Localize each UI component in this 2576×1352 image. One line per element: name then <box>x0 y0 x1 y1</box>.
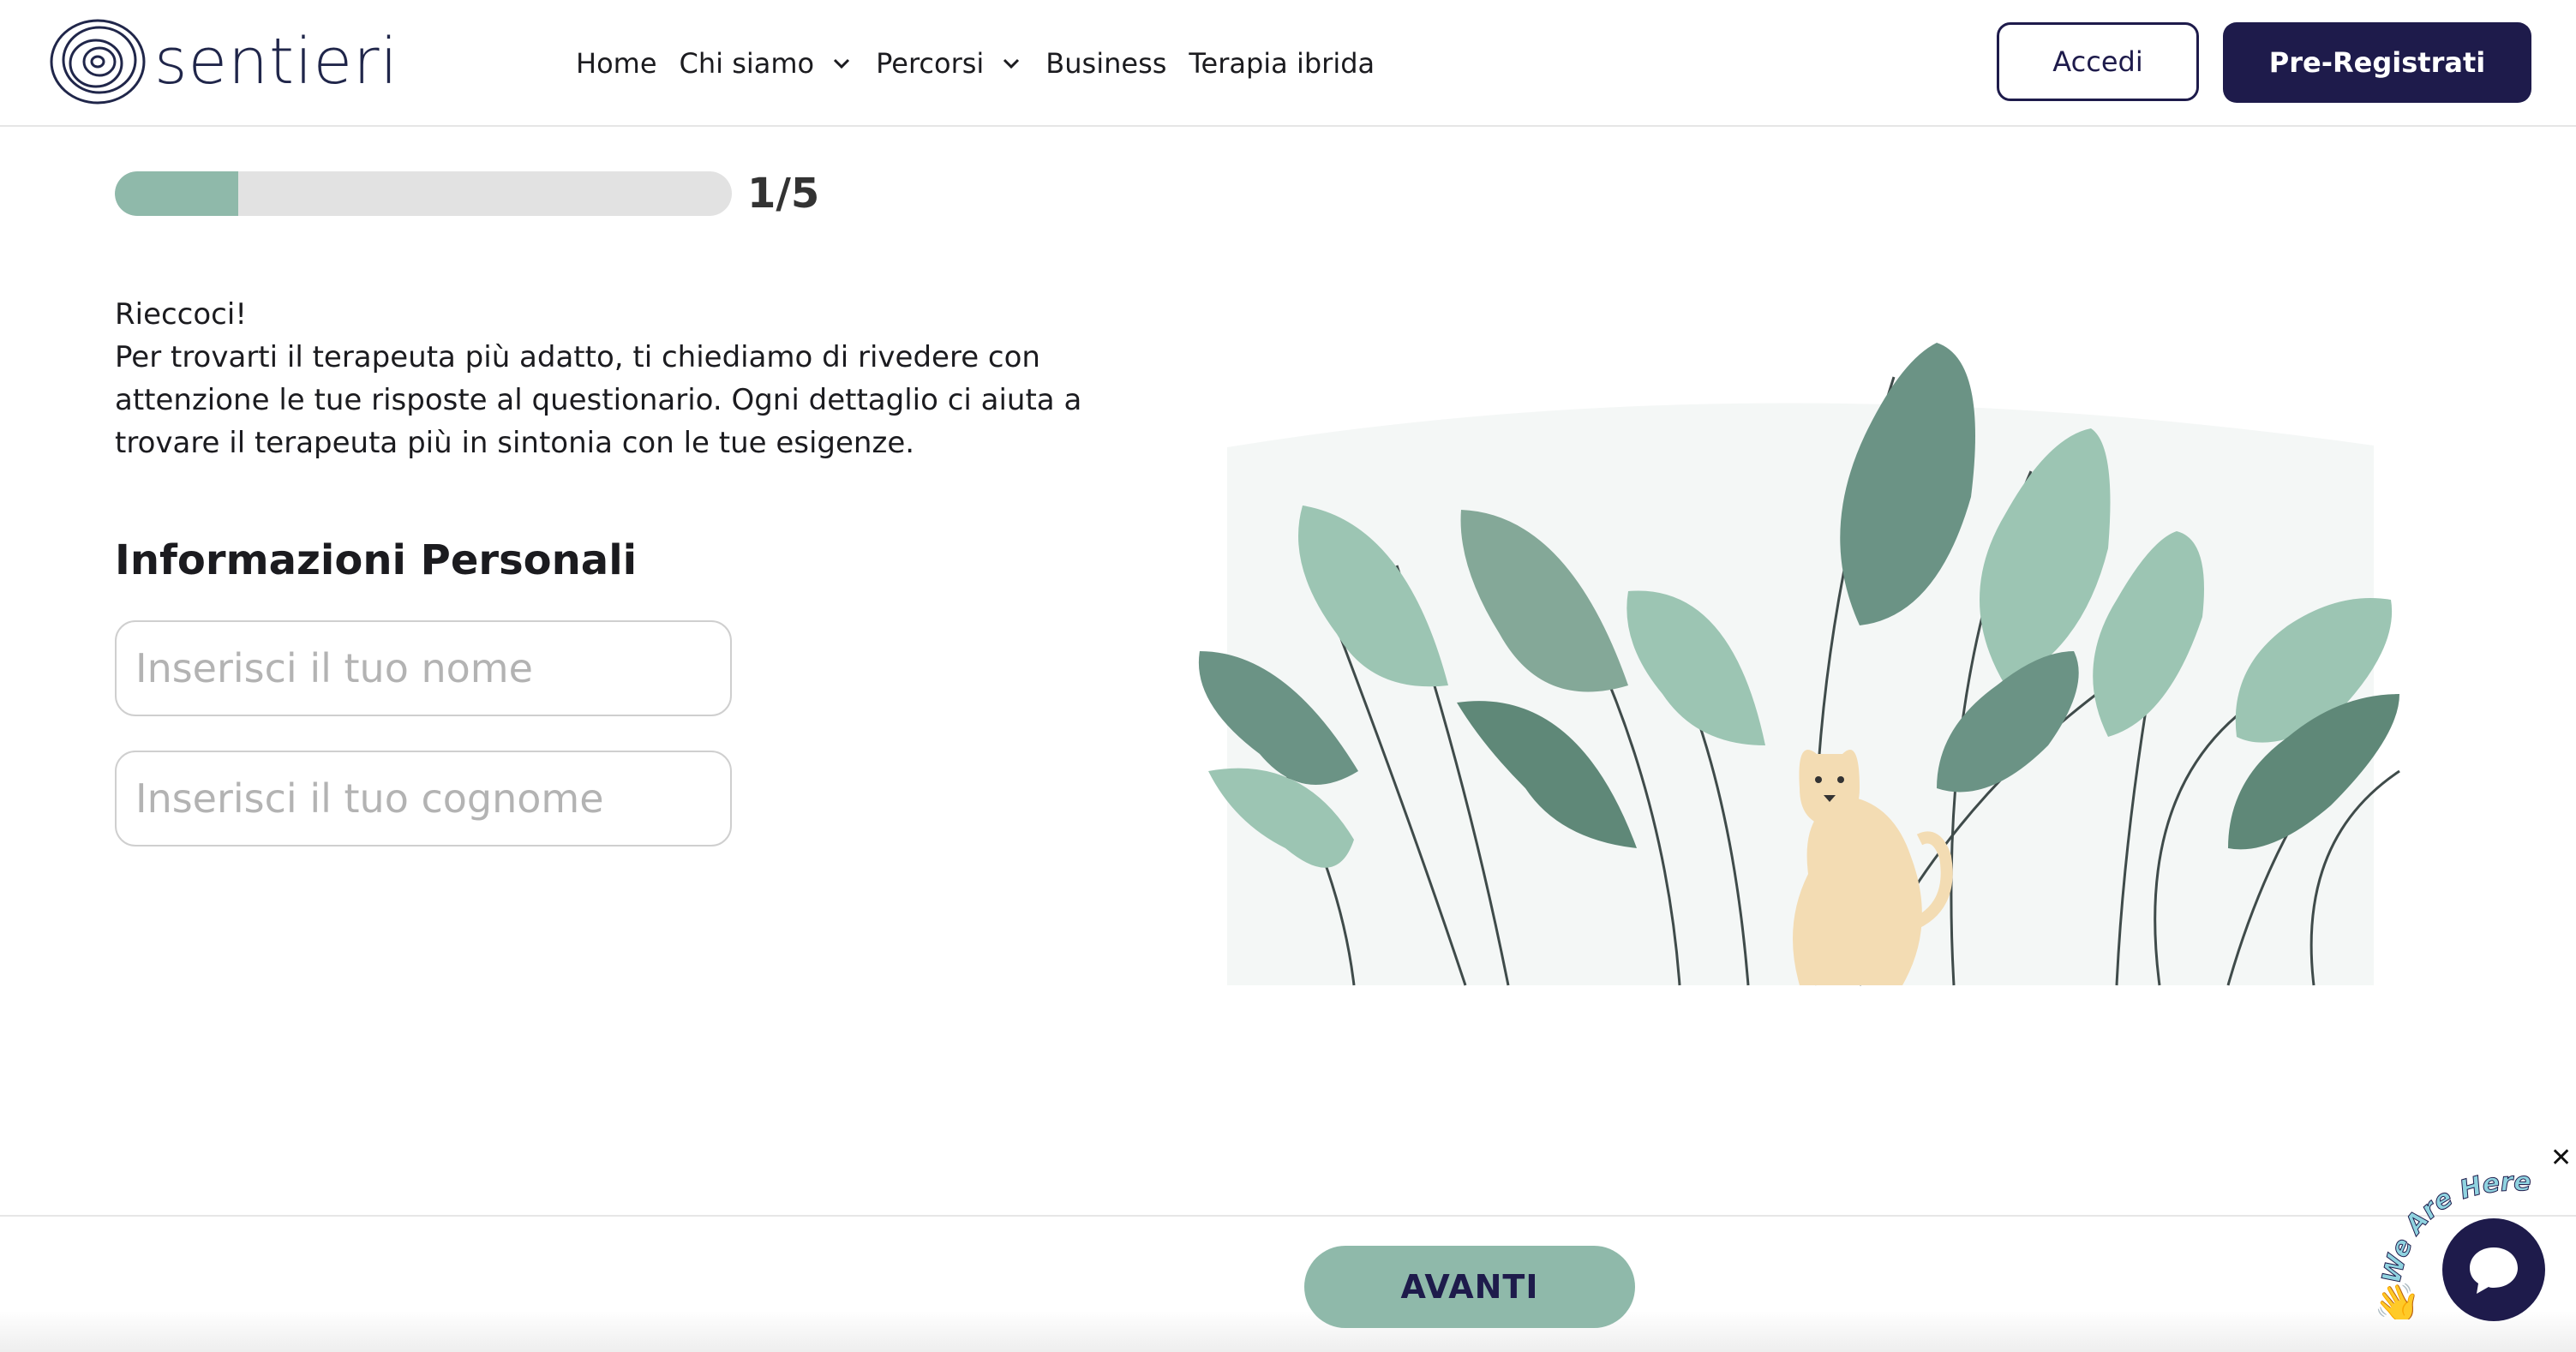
intro-text: Rieccoci! Per trovarti il terapeuta più … <box>115 293 1109 464</box>
nav-percorsi-label: Percorsi <box>876 47 985 80</box>
nav-percorsi[interactable]: Percorsi <box>876 39 1045 87</box>
intro-description: Per trovarti il terapeuta più adatto, ti… <box>115 340 1082 460</box>
footer-divider <box>0 1215 2576 1217</box>
nav-chi-siamo[interactable]: Chi siamo <box>680 39 877 87</box>
plants-cat-illustration <box>1198 343 2400 986</box>
chat-icon <box>2470 1247 2518 1294</box>
progress-label: 1/5 <box>747 170 820 218</box>
logo[interactable]: sentieri <box>48 17 398 106</box>
nav-business-label: Business <box>1045 47 1167 80</box>
next-button[interactable]: AVANTI <box>1304 1246 1635 1328</box>
first-name-input[interactable] <box>115 620 732 716</box>
chevron-down-icon <box>834 58 850 69</box>
progress-bar-fill <box>115 171 238 216</box>
preregister-button[interactable]: Pre-Registrati <box>2223 22 2531 103</box>
chevron-down-icon <box>1003 58 1020 69</box>
nav-home[interactable]: Home <box>576 39 657 87</box>
section-title: Informazioni Personali <box>115 536 638 584</box>
waving-hand-icon: 👋 <box>2374 1282 2421 1319</box>
nav-chi-siamo-label: Chi siamo <box>679 47 815 80</box>
nav-terapia-ibrida[interactable]: Terapia ibrida <box>1189 39 1375 87</box>
progress-bar <box>115 171 732 216</box>
footer-shadow <box>0 1311 2576 1352</box>
last-name-input[interactable] <box>115 751 732 846</box>
nav-terapia-ibrida-label: Terapia ibrida <box>1189 47 1375 80</box>
nav-home-label: Home <box>576 47 657 80</box>
main-nav: Home Chi siamo Percorsi Business Terapia… <box>576 39 1375 87</box>
spiral-logo-icon <box>50 19 146 105</box>
intro-greeting: Rieccoci! <box>115 297 247 332</box>
login-button[interactable]: Accedi <box>1997 22 2199 101</box>
nav-business[interactable]: Business <box>1045 39 1166 87</box>
chat-launcher-button[interactable] <box>2442 1218 2545 1321</box>
top-navbar: sentieri Home Chi siamo Percorsi Busines… <box>0 0 2576 127</box>
logo-text: sentieri <box>154 25 399 99</box>
